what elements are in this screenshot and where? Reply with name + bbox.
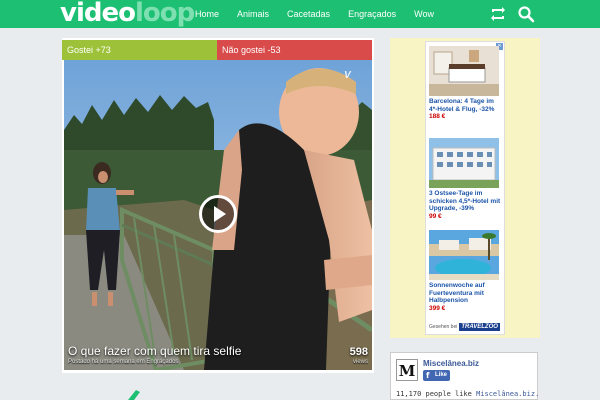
nav-cacetadas[interactable]: Cacetadas bbox=[287, 0, 330, 28]
views-count: 598 bbox=[349, 346, 368, 358]
ad-box: ✕ Barcelona: 4 Tage im 4*-Hotel & Flug, … bbox=[425, 41, 505, 335]
ad-item-fuerteventura[interactable]: Sonnenwoche auf Fuerteventura mit Halbpe… bbox=[429, 230, 501, 313]
views-label: views bbox=[352, 359, 368, 365]
main-nav: Home Animais Cacetadas Engraçados Wow bbox=[186, 0, 443, 28]
ad-brand-logo: TRAVELZOO bbox=[459, 323, 500, 331]
ad-image-hotel-room bbox=[429, 46, 499, 96]
fb-page-name[interactable]: Miscelânea.biz bbox=[423, 359, 479, 368]
fb-like-count: 11,170 people like Miscelânea.biz. bbox=[396, 390, 539, 398]
ad-panel: ✕ Barcelona: 4 Tage im 4*-Hotel & Flug, … bbox=[390, 38, 540, 338]
nav-engracados[interactable]: Engraçados bbox=[348, 0, 396, 28]
top-header: videoloop Home Animais Cacetadas Engraça… bbox=[0, 0, 600, 28]
page-avatar[interactable]: M bbox=[396, 359, 418, 381]
vine-watermark: V bbox=[344, 70, 351, 81]
nav-animais[interactable]: Animais bbox=[237, 0, 269, 28]
dislike-vote-button[interactable]: Não gostei -53 bbox=[217, 40, 372, 60]
like-vote-button[interactable]: Gostei +73 bbox=[62, 40, 217, 60]
ad-price: 399 € bbox=[429, 304, 446, 312]
ad-text: Barcelona: 4 Tage im 4*-Hotel & Flug, -3… bbox=[429, 98, 495, 113]
ad-text: 3 Ostsee-Tage im schicken 4,5*-Hotel mit… bbox=[429, 190, 501, 212]
ad-price: 188 € bbox=[429, 113, 446, 120]
video-player[interactable]: V O que fazer com quem tira selfie Posta… bbox=[64, 60, 372, 370]
repeat-icon[interactable] bbox=[488, 4, 508, 24]
nav-wow[interactable]: Wow bbox=[414, 0, 434, 28]
facebook-like-box: M Miscelânea.biz Like 11,170 people like… bbox=[390, 352, 539, 400]
logo[interactable]: videoloop bbox=[60, 0, 195, 28]
logo-part-video: video bbox=[60, 0, 136, 28]
ad-item-ostsee[interactable]: 3 Ostsee-Tage im schicken 4,5*-Hotel mit… bbox=[429, 138, 501, 221]
ad-item-barcelona[interactable]: Barcelona: 4 Tage im 4*-Hotel & Flug, -3… bbox=[429, 46, 501, 121]
fb-like-button[interactable]: Like bbox=[423, 370, 451, 381]
search-icon[interactable] bbox=[516, 4, 536, 24]
nav-home[interactable]: Home bbox=[195, 0, 219, 28]
ad-image-resort-pool bbox=[429, 230, 499, 280]
video-title[interactable]: O que fazer com quem tira selfie bbox=[68, 344, 241, 358]
video-meta: Postado há uma semana em Engraçados bbox=[68, 359, 179, 365]
ad-footer-label: Gesehen bei bbox=[429, 324, 458, 330]
video-card: Gostei +73 Não gostei -53 V O que fazer … bbox=[62, 38, 374, 373]
ad-footer[interactable]: Gesehen bei TRAVELZOO bbox=[429, 323, 501, 331]
play-button[interactable] bbox=[199, 195, 237, 233]
partial-icon bbox=[128, 390, 140, 400]
fb-page-link[interactable]: Miscelânea.biz. bbox=[476, 390, 539, 398]
ad-text: Sonnenwoche auf Fuerteventura mit Halbpe… bbox=[429, 282, 485, 304]
ad-price: 99 € bbox=[429, 212, 442, 220]
ad-image-hotel-building bbox=[429, 138, 499, 188]
fb-count-text: 11,170 people like bbox=[396, 390, 477, 398]
